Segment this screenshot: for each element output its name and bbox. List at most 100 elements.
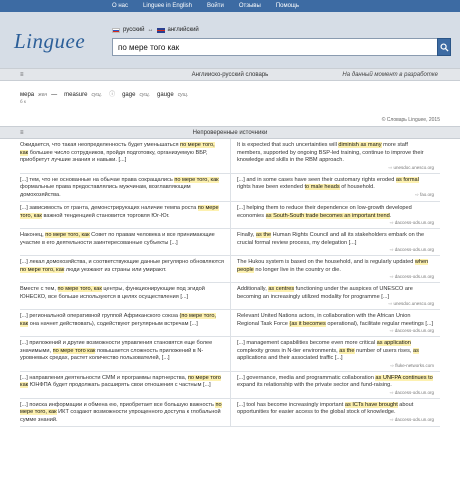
source-link[interactable]: daccess-ods.un.org: [237, 220, 434, 226]
english-example: Finally, as the Human Rights Council and…: [230, 229, 440, 255]
example-row: Ожидается, что такая неопределенность бу…: [20, 139, 440, 174]
highlighted-phrase: as ICTs have brought: [344, 401, 398, 408]
example-row: [...] зависимость от гранта, демонстриру…: [20, 202, 440, 229]
translation-gram: сущ.: [139, 92, 151, 98]
example-text: [...] тем, что не основанные на обычае п…: [20, 176, 175, 183]
example-row: Наконец, по мере того, как Совет по прав…: [20, 229, 440, 256]
highlighted-phrase: по мере того, как: [174, 176, 219, 183]
example-row: Вместе с тем, по мере того, как центры, …: [20, 283, 440, 310]
source-link[interactable]: fluke-networks.com: [237, 363, 434, 369]
example-text: of household.: [339, 184, 375, 190]
language-selector[interactable]: русский ↔ английский: [112, 27, 199, 33]
example-text: люди уезжают из страны или умирают.: [64, 266, 167, 273]
example-text: [...] governance, media and programmatic…: [237, 374, 376, 381]
russian-example: Вместе с тем, по мере того, как центры, …: [20, 283, 230, 309]
example-text: operational), facilitate regular meeting…: [325, 320, 434, 327]
example-text: Finally,: [237, 232, 256, 238]
source-link[interactable]: daccess-ods.un.org: [237, 390, 434, 396]
highlighted-phrase: по мере того как: [52, 347, 96, 354]
highlighted-phrase: to male heads: [304, 184, 340, 190]
russian-example: Наконец, по мере того, как Совет по прав…: [20, 229, 230, 255]
source-link[interactable]: daccess-ods.un.org: [237, 328, 434, 334]
highlighted-phrase: по мере того, как: [20, 266, 65, 273]
source-link[interactable]: fao.org: [237, 192, 434, 198]
english-example: Additionally, as centres functioning und…: [230, 283, 440, 309]
translation-link[interactable]: gage: [122, 92, 135, 98]
highlighted-phrase: as centres: [268, 286, 295, 292]
example-text: The Hukou system is based on the househo…: [237, 259, 415, 265]
highlighted-phrase: as UNFPA continues to: [375, 374, 433, 381]
example-text: Ожидается, что такая неопределенность бу…: [20, 142, 181, 148]
english-example: Relevant United Nations actors, in colla…: [230, 310, 440, 336]
source-link[interactable]: daccess-ods.un.org: [237, 274, 434, 280]
russian-example: [...] приложений и другие возможности уп…: [20, 337, 230, 371]
english-example: [...] tool has become increasingly impor…: [230, 398, 440, 426]
example-text: формальные права предоставлялись мужчина…: [20, 184, 191, 198]
swap-arrows-icon[interactable]: ↔: [148, 27, 154, 33]
dictionary-section-title: Англииско-русский словарь: [191, 71, 269, 78]
search-button[interactable]: [437, 38, 451, 56]
source-language: русский: [123, 27, 145, 33]
top-nav: О нас Linguee in English Войти Отзывы По…: [0, 0, 460, 12]
example-text: [...] лекал домохозяйства, и соответству…: [20, 259, 224, 265]
linguee-logo[interactable]: Linguee: [14, 29, 85, 54]
example-list: Ожидается, что такая неопределенность бу…: [0, 139, 460, 427]
example-text: complexity grows in N-tier environments,: [237, 347, 340, 354]
example-text: ЮНФПА будет продолжать расширять свои от…: [28, 382, 211, 388]
highlighted-phrase: as the: [339, 347, 355, 354]
external-sources-title: Непроверенные источники: [192, 129, 268, 136]
example-text: [...] региональной оперативной группой А…: [20, 313, 180, 319]
headword[interactable]: мера: [20, 92, 34, 98]
source-link[interactable]: daccess-ods.un.org: [237, 247, 434, 253]
source-link[interactable]: daccess-ods.un.org: [237, 417, 434, 423]
russian-example: [...] зависимость от гранта, демонстриру…: [20, 202, 230, 228]
example-row: [...] приложений и другие возможности уп…: [20, 337, 440, 372]
highlighted-phrase: as South-South trade becomes an importan…: [265, 212, 390, 219]
headword-sub: б к: [20, 99, 26, 104]
russian-example: [...] тем, что не основанные на обычае п…: [20, 174, 230, 202]
translation-link[interactable]: gauge: [157, 92, 174, 98]
copyright: © Словарь Linguee, 2015: [381, 117, 440, 123]
target-language: английский: [167, 27, 199, 33]
english-flag-icon: [156, 27, 165, 33]
example-text: applications and their associated traffi…: [237, 355, 343, 361]
external-sources-header: ≡ Непроверенные источники: [0, 126, 460, 139]
external-sources-toggle-icon[interactable]: ≡: [20, 130, 24, 136]
search-input[interactable]: по мере того как: [112, 38, 438, 56]
source-link[interactable]: unesdoc.unesco.org: [237, 165, 434, 171]
english-example: [...] helping them to reduce their depen…: [230, 202, 440, 228]
english-example: [...] governance, media and programmatic…: [230, 371, 440, 398]
nav-login[interactable]: Войти: [207, 3, 224, 9]
nav-feedback[interactable]: Отзывы: [239, 3, 261, 9]
russian-example: [...] поиска информации и обмена ею, при…: [20, 399, 230, 427]
example-text: It is expected that such uncertainties w…: [237, 142, 339, 148]
example-text: .: [389, 212, 392, 219]
info-icon[interactable]: ⓘ: [109, 89, 115, 98]
russian-example: [...] лекал домохозяйства, и соответству…: [20, 256, 230, 282]
nav-help[interactable]: Помощь: [276, 3, 299, 9]
example-text: Вместе с тем,: [20, 286, 58, 292]
example-text: [...] and in some cases have seen their …: [237, 176, 396, 183]
english-example: [...] and in some cases have seen their …: [230, 173, 440, 201]
russian-example: [...] направления деятельности СММ и про…: [20, 372, 230, 398]
example-text: Наконец,: [20, 232, 46, 238]
example-row: [...] тем, что не основанные на обычае п…: [20, 173, 440, 202]
source-link[interactable]: unesdoc.unesco.org: [237, 301, 434, 307]
nav-about[interactable]: О нас: [112, 3, 128, 9]
translation-link[interactable]: measure: [64, 92, 87, 98]
dictionary-section-header: ≡ Англииско-русский словарь На данный мо…: [0, 68, 460, 81]
english-example: It is expected that such uncertainties w…: [230, 139, 440, 173]
highlighted-phrase: as: [412, 347, 419, 354]
example-text: [...] management capabilities become eve…: [237, 340, 377, 346]
translation-gram: сущ.: [177, 92, 189, 98]
dictionary-toggle-icon[interactable]: ≡: [20, 72, 24, 78]
example-row: [...] направления деятельности СММ и про…: [20, 371, 440, 399]
highlighted-phrase: as formal: [395, 176, 419, 183]
example-text: [...] поиска информации и обмена ею, при…: [20, 401, 216, 408]
highlighted-phrase: по мере того, как: [45, 232, 90, 238]
highlighted-phrase: по мере того, как: [57, 286, 102, 292]
nav-linguee-english[interactable]: Linguee in English: [143, 3, 192, 9]
example-text: она начнет действовать), содействуют рег…: [28, 320, 198, 327]
highlighted-phrase: as the: [255, 232, 272, 238]
translation-gram: сущ.: [91, 92, 103, 98]
